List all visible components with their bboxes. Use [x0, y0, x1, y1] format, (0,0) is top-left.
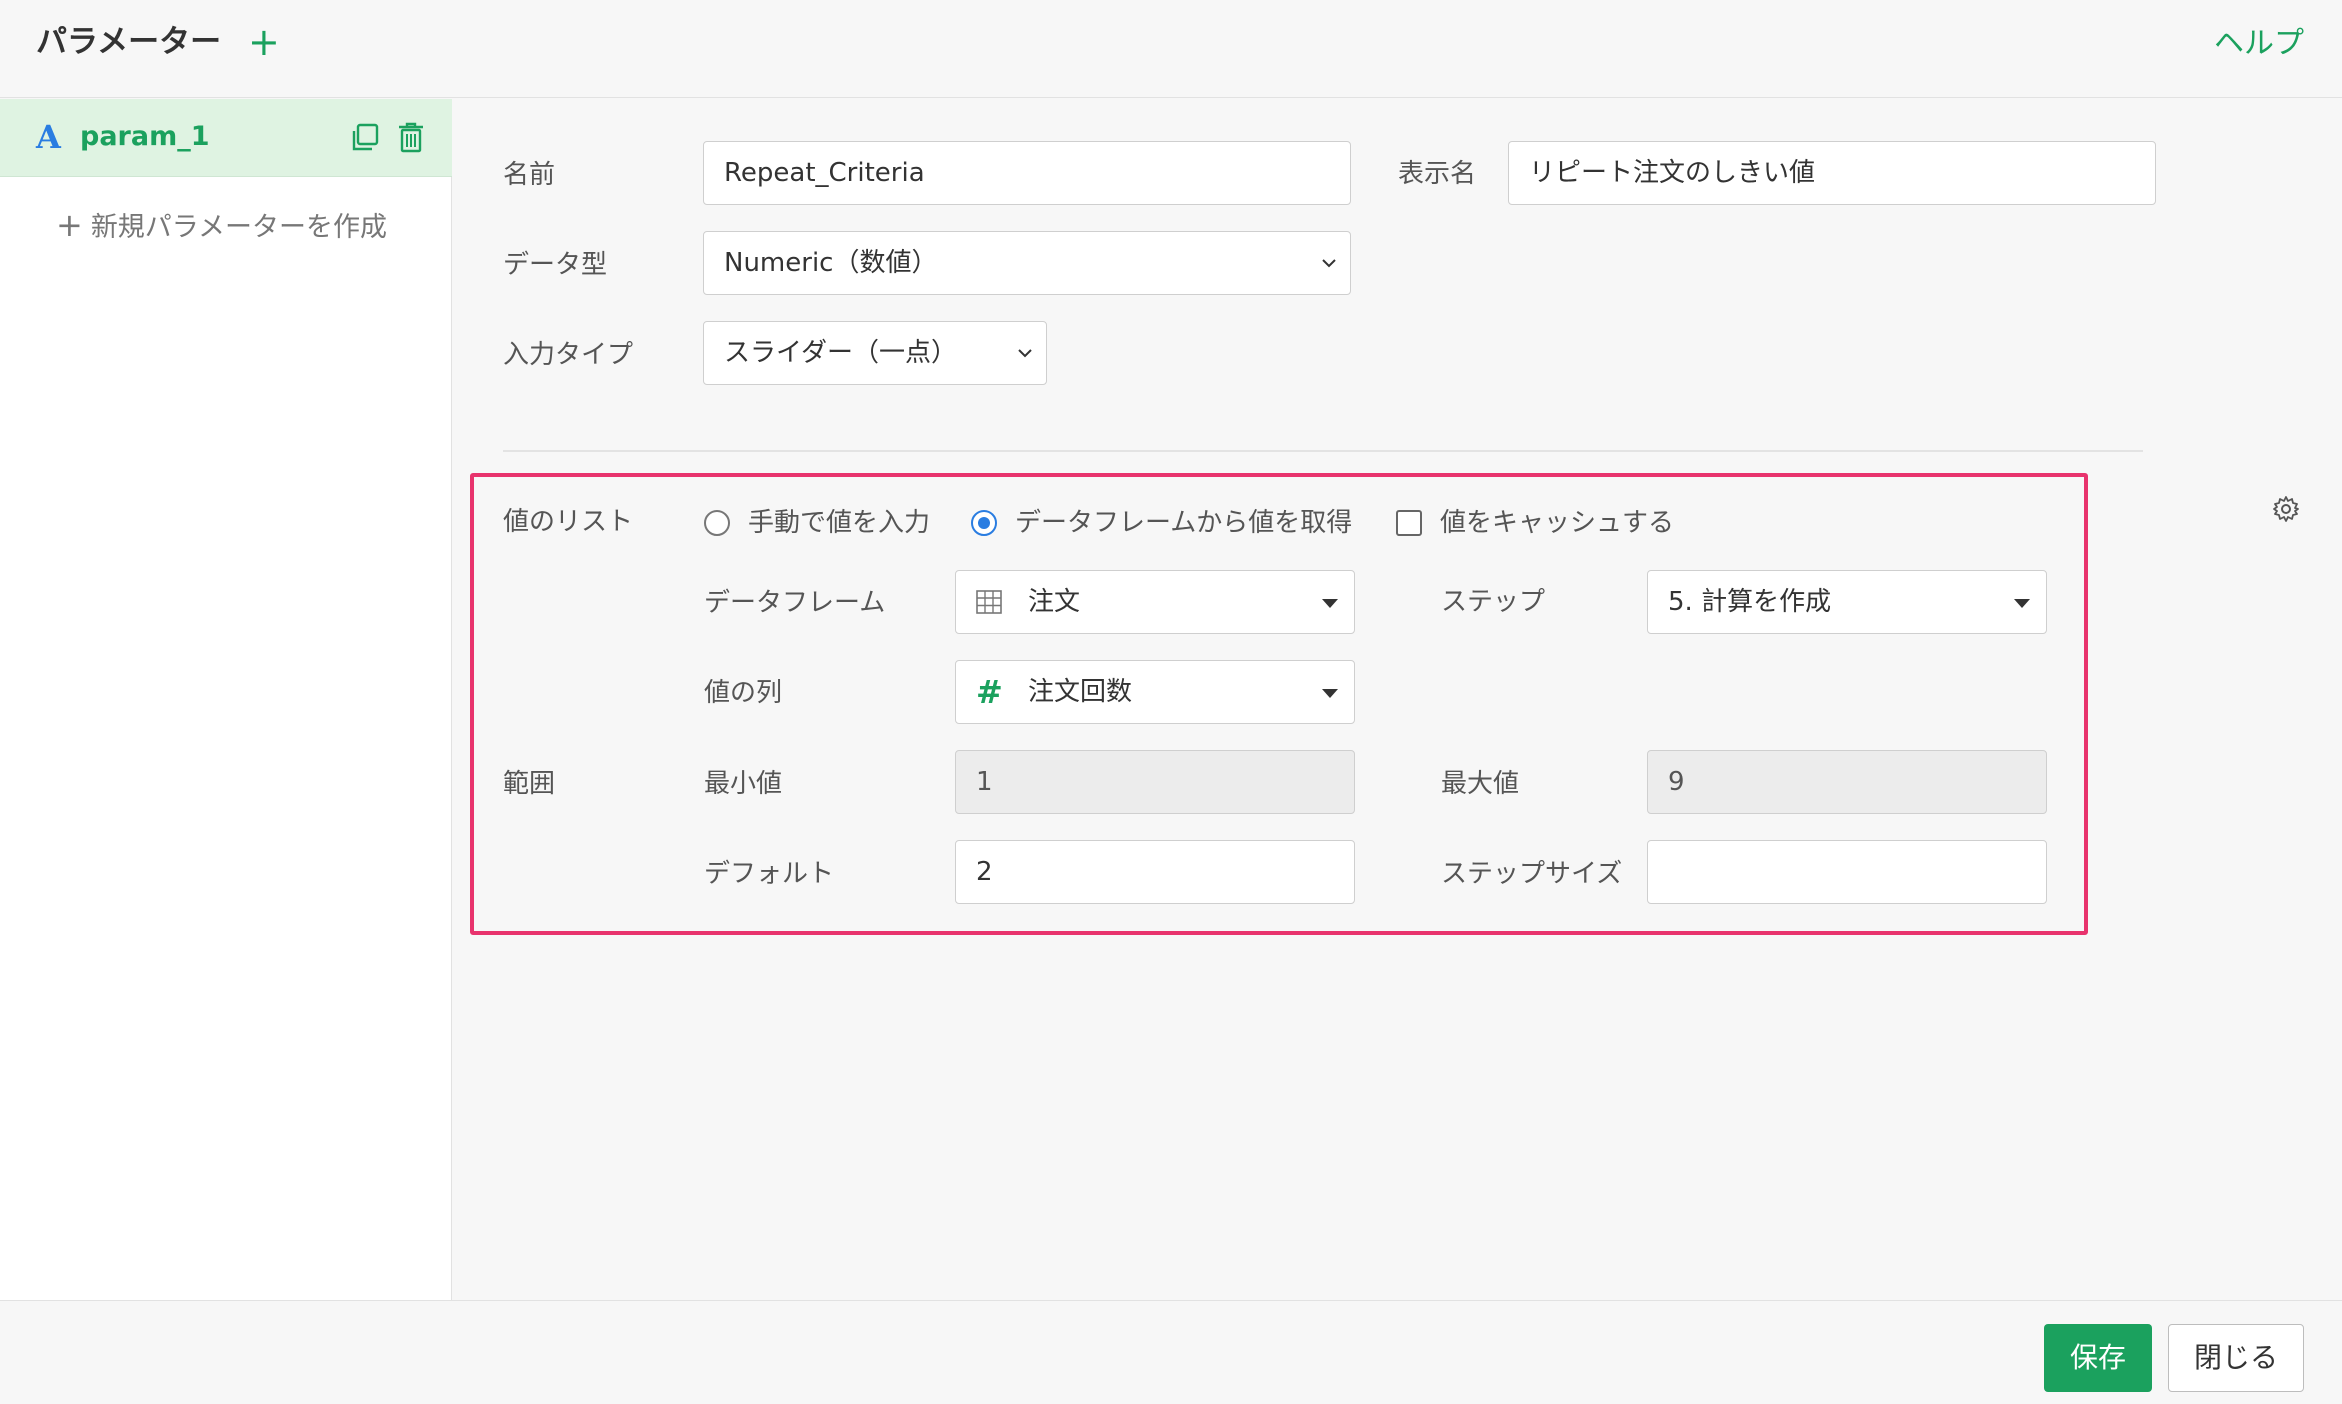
display-name-input[interactable]: リピート注文のしきい値	[1508, 141, 2156, 205]
step-select[interactable]: 5. 計算を作成	[1647, 570, 2047, 634]
cache-checkbox-label[interactable]: 値をキャッシュする	[1440, 503, 1674, 543]
caret-down-icon	[1322, 599, 1338, 608]
radio-manual[interactable]	[704, 510, 730, 536]
new-parameter-link[interactable]: + 新規パラメーターを作成	[56, 205, 387, 248]
chevron-down-icon	[1018, 349, 1032, 358]
table-icon	[976, 590, 1002, 614]
sidebar: A param_1 + 新規パラメーターを作成	[0, 99, 452, 1300]
text-type-icon: A	[36, 118, 61, 156]
dataframe-label: データフレーム	[704, 588, 886, 618]
data-type-select[interactable]: Numeric（数値）	[703, 231, 1351, 295]
input-type-select[interactable]: スライダー（一点）	[703, 321, 1047, 385]
radio-dataframe[interactable]	[971, 510, 997, 536]
gear-icon[interactable]	[2272, 495, 2300, 523]
radio-dataframe-label[interactable]: データフレームから値を取得	[1015, 503, 1352, 543]
default-input[interactable]: 2	[955, 840, 1355, 904]
numeric-hash-icon: #	[976, 673, 1003, 711]
default-label: デフォルト	[704, 859, 835, 889]
footer: 保存 閉じる	[0, 1300, 2342, 1404]
data-type-label: データ型	[503, 250, 608, 280]
min-input: 1	[955, 750, 1355, 814]
close-button[interactable]: 閉じる	[2168, 1324, 2304, 1392]
input-type-label: 入力タイプ	[503, 340, 634, 370]
column-label: 値の列	[704, 678, 783, 708]
input-type-value: スライダー（一点）	[724, 338, 957, 368]
max-label: 最大値	[1441, 769, 1520, 799]
plus-icon: +	[56, 206, 83, 244]
step-label: ステップ	[1441, 587, 1546, 617]
name-input[interactable]: Repeat_Criteria	[703, 141, 1351, 205]
radio-manual-label[interactable]: 手動で値を入力	[748, 503, 930, 543]
range-label: 範囲	[503, 769, 556, 799]
chevron-down-icon	[1322, 259, 1336, 268]
help-link[interactable]: ヘルプ	[2214, 22, 2304, 66]
plus-icon: +	[248, 20, 280, 64]
add-parameter-button[interactable]: +	[248, 20, 280, 64]
trash-icon[interactable]	[396, 121, 426, 153]
divider	[503, 450, 2143, 452]
sidebar-item-param[interactable]: A param_1	[0, 99, 452, 177]
min-label: 最小値	[704, 769, 783, 799]
step-value: 5. 計算を作成	[1668, 587, 1832, 617]
column-select[interactable]: # 注文回数	[955, 660, 1355, 724]
data-type-value: Numeric（数値）	[724, 248, 938, 278]
step-size-input[interactable]	[1647, 840, 2047, 904]
dataframe-value: 注文	[1028, 587, 1081, 617]
display-name-label: 表示名	[1398, 159, 1477, 189]
max-input: 9	[1647, 750, 2047, 814]
save-button[interactable]: 保存	[2044, 1324, 2152, 1392]
caret-down-icon	[1322, 689, 1338, 698]
caret-down-icon	[2014, 599, 2030, 608]
dataframe-select[interactable]: 注文	[955, 570, 1355, 634]
step-size-label: ステップサイズ	[1441, 859, 1623, 889]
page-title: パラメーター	[36, 24, 222, 60]
name-label: 名前	[503, 160, 556, 190]
new-parameter-label: 新規パラメーターを作成	[90, 212, 388, 243]
header: パラメーター + ヘルプ	[0, 0, 2342, 98]
cache-checkbox[interactable]	[1396, 510, 1422, 536]
column-value: 注文回数	[1028, 677, 1133, 707]
main-panel: 名前 Repeat_Criteria 表示名 リピート注文のしきい値 データ型 …	[453, 99, 2342, 1300]
copy-icon[interactable]	[350, 123, 380, 153]
values-list-label: 値のリスト	[503, 507, 634, 537]
param-name: param_1	[80, 121, 210, 152]
